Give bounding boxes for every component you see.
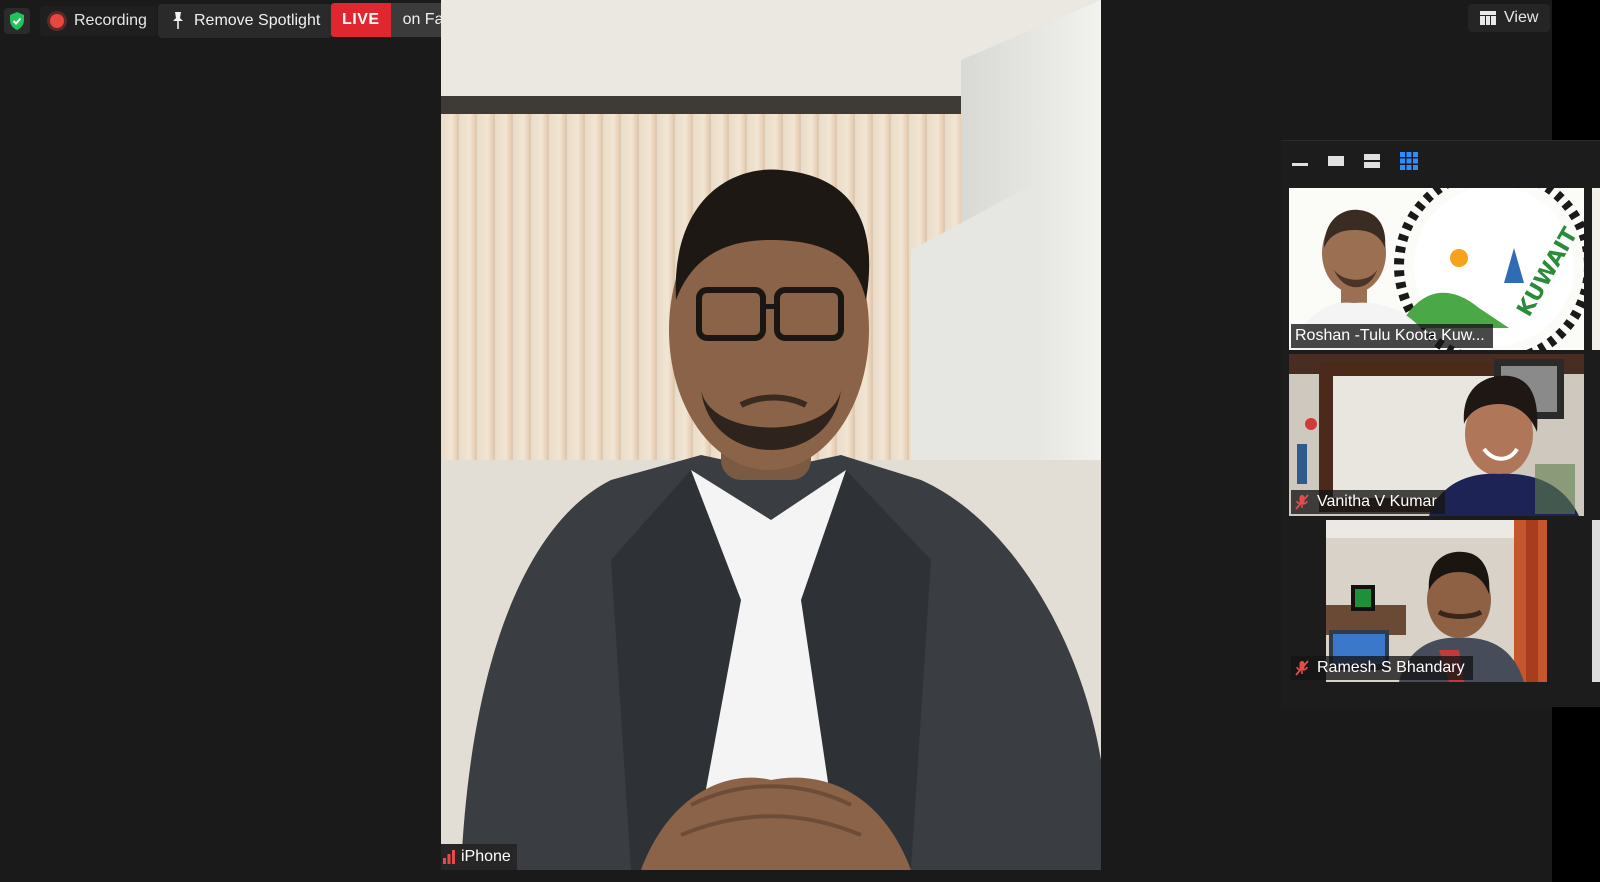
signal-bars-icon xyxy=(443,850,455,864)
participant-tile[interactable]: Vanitha V Kumar xyxy=(1289,354,1584,516)
gallery-layout-switcher xyxy=(1291,151,1419,171)
recording-indicator[interactable]: Recording xyxy=(40,6,157,36)
participant-tile-offscreen[interactable] xyxy=(1592,354,1600,516)
participant-label: Roshan -Tulu Koota Kuw... xyxy=(1291,324,1493,348)
participant-tile-offscreen[interactable] xyxy=(1592,520,1600,682)
remove-spotlight-button[interactable]: Remove Spotlight xyxy=(158,4,333,38)
spotlight-name-tag: iPhone xyxy=(441,844,517,870)
gallery-panel: KUWAIT Roshan -Tulu Koota Kuw... Vanitha… xyxy=(1281,140,1600,707)
minimize-icon[interactable] xyxy=(1291,154,1309,168)
view-label: View xyxy=(1504,9,1539,26)
participant-name: Vanitha V Kumar xyxy=(1317,493,1437,510)
spotlight-video-feed xyxy=(441,0,1101,870)
shield-check-icon xyxy=(10,12,24,30)
participant-tile[interactable]: KUWAIT Roshan -Tulu Koota Kuw... xyxy=(1289,188,1584,350)
participant-label: Ramesh S Bhandary xyxy=(1291,656,1473,680)
security-shield-button[interactable] xyxy=(4,8,30,34)
participant-name: Roshan -Tulu Koota Kuw... xyxy=(1295,327,1485,344)
participant-label: Vanitha V Kumar xyxy=(1291,490,1445,514)
view-button[interactable]: View xyxy=(1468,4,1551,32)
participant-tile-offscreen[interactable] xyxy=(1592,188,1600,350)
gallery-grid-icon[interactable] xyxy=(1399,151,1419,171)
participant-tile[interactable]: Ramesh S Bhandary xyxy=(1289,520,1584,682)
spotlight-participant-name: iPhone xyxy=(461,848,511,865)
participant-name: Ramesh S Bhandary xyxy=(1317,659,1465,676)
thumbnail-icon[interactable] xyxy=(1327,154,1345,168)
mic-muted-icon xyxy=(1295,660,1309,676)
meeting-controls-strip xyxy=(0,872,1552,882)
grid-view-icon xyxy=(1480,11,1496,25)
pin-icon xyxy=(173,12,183,29)
spotlight-video[interactable]: iPhone xyxy=(441,0,1101,870)
strip-view-icon[interactable] xyxy=(1363,153,1381,169)
remove-spotlight-label: Remove Spotlight xyxy=(194,12,321,29)
mic-muted-icon xyxy=(1295,494,1309,510)
live-badge: LIVE xyxy=(331,3,391,37)
record-icon xyxy=(50,14,64,28)
recording-label: Recording xyxy=(74,12,147,29)
